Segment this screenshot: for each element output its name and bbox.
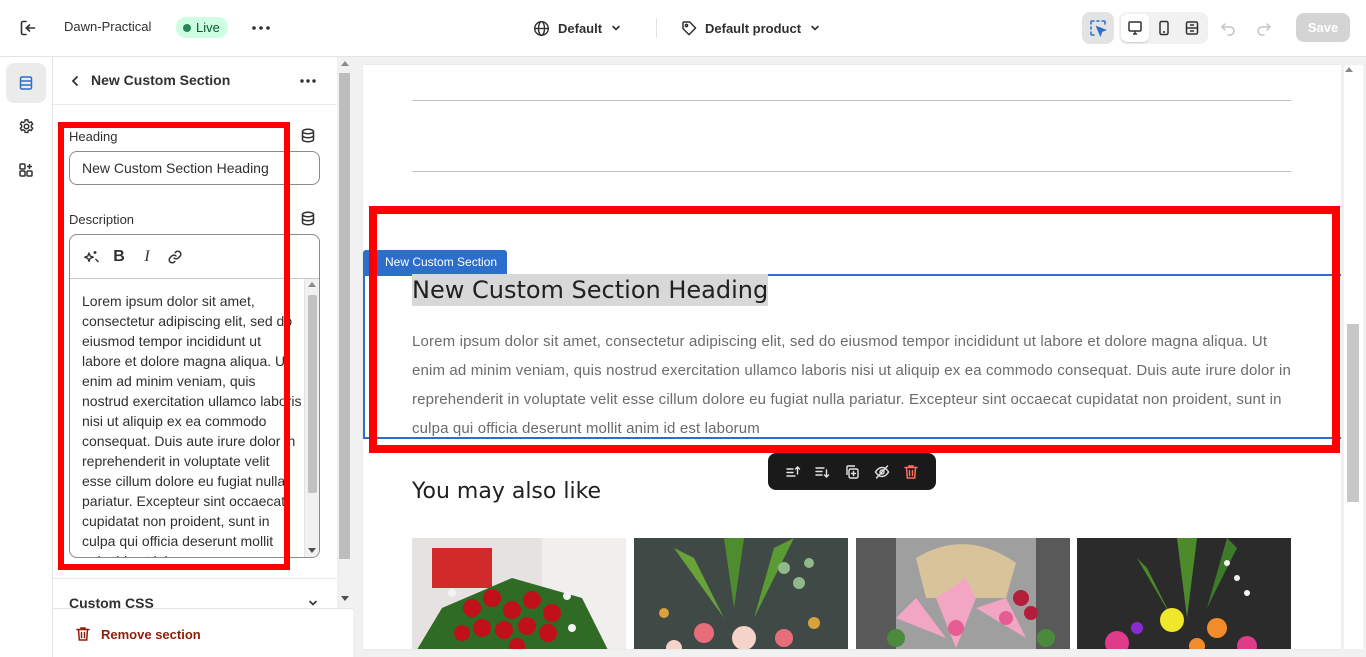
store-name: Dawn-Practical bbox=[64, 19, 152, 34]
chevron-down-icon bbox=[811, 25, 819, 31]
back-chevron-icon[interactable] bbox=[65, 69, 85, 93]
mobile-view-button[interactable] bbox=[1150, 14, 1178, 42]
globe-icon bbox=[533, 20, 550, 36]
move-up-icon[interactable] bbox=[782, 461, 804, 483]
tag-icon bbox=[682, 21, 697, 36]
dynamic-source-icon[interactable] bbox=[299, 126, 317, 144]
panel-scroll-thumb[interactable] bbox=[339, 73, 350, 559]
save-button[interactable]: Save bbox=[1296, 13, 1350, 42]
hide-icon[interactable] bbox=[871, 461, 893, 483]
product-card-image[interactable] bbox=[634, 538, 848, 649]
top-bar: Dawn-Practical Live Default Default prod… bbox=[0, 0, 1366, 57]
template-selector[interactable]: Default product bbox=[681, 16, 821, 40]
more-actions-icon[interactable] bbox=[249, 16, 273, 40]
remove-section-button[interactable]: Remove section bbox=[53, 608, 353, 657]
live-status-badge: Live bbox=[176, 17, 228, 38]
sections-nav-button[interactable] bbox=[6, 63, 46, 103]
editor-scrollbar[interactable] bbox=[304, 279, 319, 557]
fullscreen-icon bbox=[1185, 21, 1199, 35]
trash-icon bbox=[75, 625, 91, 643]
scroll-up-arrow-icon[interactable] bbox=[341, 61, 349, 66]
exit-icon[interactable] bbox=[16, 16, 40, 40]
product-card-image[interactable] bbox=[856, 538, 1070, 649]
custom-css-row[interactable]: Custom CSS bbox=[53, 578, 337, 611]
preview-scroll-track[interactable] bbox=[1344, 65, 1363, 649]
status-dot-icon bbox=[183, 23, 191, 32]
preview-scrollbar[interactable] bbox=[1341, 57, 1366, 657]
live-status-label: Live bbox=[196, 20, 220, 35]
scroll-down-arrow-icon[interactable] bbox=[308, 548, 316, 553]
mobile-icon bbox=[1158, 20, 1169, 36]
product-card-image[interactable] bbox=[1077, 538, 1291, 649]
theme-selector-label: Default bbox=[558, 20, 603, 36]
template-selector-label: Default product bbox=[705, 20, 802, 36]
duplicate-icon[interactable] bbox=[841, 461, 863, 483]
fullscreen-view-button[interactable] bbox=[1178, 14, 1206, 42]
sections-icon bbox=[19, 76, 33, 90]
scroll-down-arrow-icon[interactable] bbox=[341, 596, 349, 601]
panel-header: New Custom Section bbox=[53, 57, 337, 105]
related-products-heading: You may also like bbox=[412, 479, 602, 504]
dynamic-source-icon[interactable] bbox=[299, 209, 317, 227]
undo-icon[interactable] bbox=[1216, 16, 1240, 40]
gear-icon bbox=[18, 118, 34, 133]
annotation-highlight-box bbox=[58, 122, 290, 570]
device-switcher bbox=[1119, 12, 1208, 44]
desktop-view-button[interactable] bbox=[1121, 14, 1149, 42]
redo-icon[interactable] bbox=[1252, 16, 1276, 40]
delete-icon[interactable] bbox=[900, 461, 922, 483]
editor-scroll-thumb[interactable] bbox=[308, 295, 317, 493]
sidebar-rail bbox=[0, 57, 53, 657]
chevron-down-icon bbox=[612, 25, 620, 31]
inspector-toggle-button[interactable] bbox=[1082, 12, 1114, 44]
section-action-toolbar bbox=[768, 453, 936, 490]
theme-selector[interactable]: Default bbox=[533, 16, 622, 40]
desktop-icon bbox=[1128, 21, 1142, 35]
divider-line bbox=[412, 100, 1291, 101]
scroll-up-arrow-icon[interactable] bbox=[1345, 67, 1353, 72]
move-down-icon[interactable] bbox=[811, 461, 833, 483]
product-card-image[interactable] bbox=[412, 538, 626, 649]
remove-section-label: Remove section bbox=[101, 627, 201, 642]
scroll-up-arrow-icon[interactable] bbox=[308, 282, 316, 287]
preview-scroll-thumb[interactable] bbox=[1347, 324, 1359, 502]
apps-icon bbox=[19, 163, 33, 177]
annotation-highlight-box bbox=[369, 206, 1340, 453]
panel-scrollbar[interactable] bbox=[337, 57, 353, 607]
section-more-icon[interactable] bbox=[296, 69, 320, 93]
cursor-select-icon bbox=[1090, 20, 1107, 37]
panel-title: New Custom Section bbox=[91, 72, 231, 88]
toolbar-divider bbox=[656, 18, 657, 38]
divider-line bbox=[412, 171, 1291, 172]
theme-settings-nav-button[interactable] bbox=[6, 106, 46, 146]
app-embeds-nav-button[interactable] bbox=[6, 150, 46, 190]
